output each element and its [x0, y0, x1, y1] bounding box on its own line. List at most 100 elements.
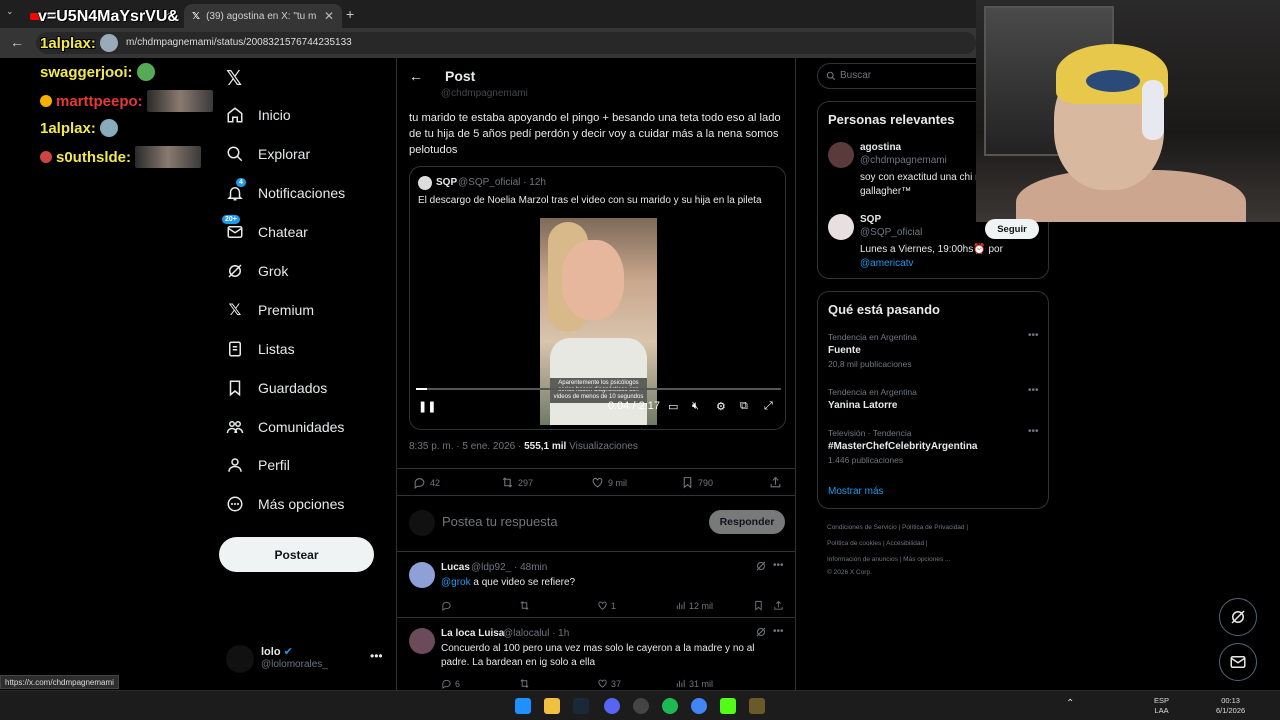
clock[interactable]: 00:13 6/1/2026 [1216, 696, 1245, 716]
reply-button[interactable]: 6 [441, 678, 460, 689]
main-column: ← Post @chdmpagnemami tu marido te estab… [396, 58, 796, 690]
like-button[interactable]: 1 [597, 600, 616, 611]
share-button[interactable] [769, 476, 782, 489]
account-switcher[interactable]: lolo ✔ @lolomorales_ ••• [226, 643, 386, 673]
grok-icon[interactable] [755, 626, 767, 638]
more-dots-icon[interactable]: ••• [773, 560, 784, 571]
mention-link[interactable]: @grok [441, 577, 471, 588]
chevron-up-icon[interactable]: ⌃ [1066, 699, 1074, 709]
share-button[interactable] [773, 600, 784, 611]
sidebar-item-mas-opciones[interactable]: Más opciones [226, 485, 396, 524]
grok-fab-button[interactable] [1219, 598, 1257, 636]
trend-item[interactable]: Tendencia en Argentina Yanina Latorre ••… [828, 385, 1043, 411]
reply-button[interactable] [441, 600, 452, 611]
settings-gear-icon[interactable]: ⚙ [716, 400, 726, 413]
address-field[interactable]: m/chdmpagnemami/status/20083215767442351… [36, 32, 976, 54]
pause-icon[interactable]: ❚❚ [418, 400, 436, 413]
sidebar-item-comunidades[interactable]: Comunidades [226, 407, 396, 446]
kick-icon[interactable] [720, 698, 736, 714]
spotify-icon[interactable] [662, 698, 678, 714]
more-dots-icon[interactable]: ••• [1028, 385, 1039, 396]
tab-list-icon[interactable]: ⌄ [6, 6, 14, 17]
more-dots-icon[interactable]: ••• [1028, 330, 1039, 341]
obs-icon[interactable] [633, 698, 649, 714]
sidebar-item-perfil[interactable]: Perfil [226, 446, 396, 485]
quoted-post[interactable]: SQP @SQP_oficial · 12h El descargo de No… [409, 166, 786, 430]
views-button[interactable]: 31 mil [675, 678, 713, 689]
new-tab-button[interactable]: + [346, 6, 354, 22]
more-dots-icon[interactable]: ••• [370, 649, 383, 663]
close-tab-icon[interactable]: ✕ [324, 9, 334, 23]
avatar[interactable] [409, 562, 435, 588]
follow-button[interactable]: Seguir [985, 219, 1039, 239]
person-handle: @SQP_oficial [860, 227, 923, 238]
trend-item[interactable]: Tendencia en Argentina Fuente 20,8 mil p… [828, 330, 1043, 369]
video-player[interactable]: Aparentemente los psicólogos serios hace… [410, 213, 785, 429]
trend-item[interactable]: Televisión · Tendencia #MasterChefCelebr… [828, 426, 1043, 465]
chat-line: swaggerjooi: [40, 63, 155, 81]
pip-icon[interactable]: ⧉ [740, 400, 748, 413]
windows-start-icon[interactable] [515, 698, 531, 714]
footer-line[interactable]: Información de anuncios | Más opciones .… [827, 552, 1047, 568]
trends-panel: Qué está pasando Tendencia en Argentina … [817, 291, 1049, 509]
fullscreen-icon[interactable]: ⤢ [764, 400, 773, 413]
footer-line[interactable]: Condiciones de Servicio | Política de Pr… [827, 520, 1047, 536]
sidebar-item-premium[interactable]: 𝕏 Premium [226, 290, 396, 329]
more-dots-icon[interactable]: ••• [773, 626, 784, 637]
reply-author-name[interactable]: Lucas [441, 562, 470, 573]
back-arrow-icon[interactable]: ← [10, 34, 24, 50]
discord-icon[interactable] [604, 698, 620, 714]
chat-user: 1alplax: [40, 34, 96, 52]
address-text: m/chdmpagnemami/status/20083215767442351… [126, 37, 352, 48]
more-dots-icon[interactable]: ••• [1028, 426, 1039, 437]
sidebar-item-label: Comunidades [258, 418, 345, 435]
repost-button[interactable]: 297 [501, 476, 533, 489]
repost-button[interactable] [519, 600, 530, 611]
bookmark-icon [226, 379, 244, 397]
sidebar-item-inicio[interactable]: Inicio [226, 96, 396, 135]
like-button[interactable]: 37 [597, 678, 621, 689]
show-more-link[interactable]: Mostrar más [828, 486, 884, 497]
file-explorer-icon[interactable] [544, 698, 560, 714]
sidebar-item-notificaciones[interactable]: 4 Notificaciones [226, 174, 396, 213]
like-button[interactable]: 9 mil [591, 476, 627, 489]
reply-input[interactable]: Postea tu respuesta [442, 514, 558, 529]
bookmark-button[interactable]: 790 [681, 476, 713, 489]
chat-badge-icon [40, 151, 52, 163]
mute-icon[interactable]: 🔇︎ [692, 400, 699, 413]
analytics-icon [676, 679, 685, 688]
bio-link[interactable]: @americatv [860, 258, 914, 269]
reply-button[interactable]: 42 [413, 476, 440, 489]
back-arrow-icon[interactable]: ← [409, 68, 423, 84]
footer-line[interactable]: Política de cookies | Accesibilidad | [827, 536, 1047, 552]
people-icon [226, 418, 244, 436]
browser-tab-active[interactable]: 𝕏 (39) agostina en X: "tu marido t ✕ [184, 4, 342, 28]
sidebar-item-grok[interactable]: Grok [226, 252, 396, 291]
reply-submit-button[interactable]: Responder [709, 510, 785, 534]
views-button[interactable]: 12 mil [675, 600, 713, 611]
reply-item[interactable]: Lucas @ldp92_ · 48min ••• @grok a que vi… [397, 554, 795, 618]
avatar[interactable] [409, 628, 435, 654]
post-button[interactable]: Postear [219, 537, 374, 572]
chrome-icon[interactable] [691, 698, 707, 714]
x-logo-icon[interactable]: 𝕏 [226, 66, 242, 91]
post-timestamp[interactable]: 8:35 p. m. · 5 ene. 2026 · [409, 441, 524, 452]
grok-icon[interactable] [755, 560, 767, 572]
x-favicon-icon: 𝕏 [192, 10, 201, 22]
reply-item[interactable]: La loca Luisa @lalocalul · 1h ••• Concue… [397, 620, 795, 690]
steam-icon[interactable] [573, 698, 589, 714]
person-bio: Lunes a Viernes, 19:00hs⏰ por @americatv [860, 244, 1003, 269]
sidebar-item-guardados[interactable]: Guardados [226, 368, 396, 407]
messages-fab-button[interactable] [1219, 643, 1257, 681]
sidebar-item-explorar[interactable]: Explorar [226, 135, 396, 174]
repost-button[interactable] [519, 678, 530, 689]
chat-user: swaggerjooi: [40, 63, 133, 81]
video-progress-bar[interactable] [416, 388, 781, 390]
sidebar-item-listas[interactable]: Listas [226, 329, 396, 368]
bookmark-button[interactable] [753, 600, 764, 611]
sidebar-item-chatear[interactable]: 20+ Chatear [222, 213, 396, 252]
language-indicator[interactable]: ESP LAA [1154, 696, 1169, 716]
reply-author-name[interactable]: La loca Luisa [441, 628, 504, 639]
minecraft-icon[interactable] [749, 698, 765, 714]
captions-icon[interactable]: ▭ [668, 400, 678, 413]
